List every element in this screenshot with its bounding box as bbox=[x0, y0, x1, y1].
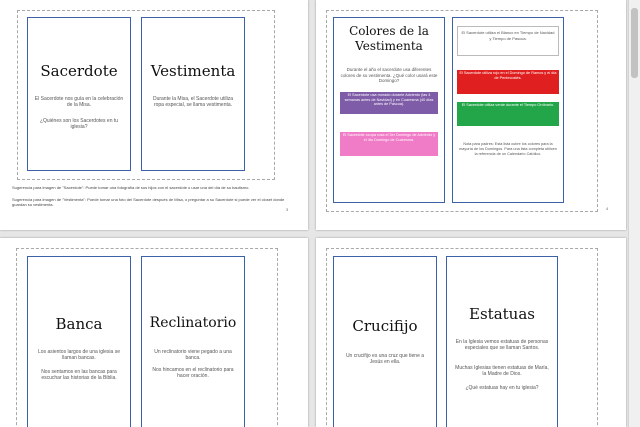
card-text: Nos hincamos en el reclinatorio para hac… bbox=[152, 367, 234, 379]
card-title: Banca bbox=[55, 315, 103, 333]
card-text: ¿Qué estatuas hay en tu iglesia? bbox=[465, 385, 539, 391]
card-crucifijo: Crucifijo Un crucifijo es una cruz que t… bbox=[333, 256, 437, 427]
card-title: Crucifijo bbox=[352, 317, 418, 335]
parent-note: Nota para padres: Esta lista cubre los c… bbox=[459, 142, 557, 156]
card-title: Estatuas bbox=[469, 305, 535, 323]
pink-color-box: El Sacerdote ocupa rosa el 3er Domingo d… bbox=[340, 132, 438, 156]
card-title: Sacerdote bbox=[40, 62, 118, 80]
card-text: En la Iglesia vemos estatuas de personas… bbox=[455, 339, 549, 351]
card-text: Durante el año el sacerdote usa diferent… bbox=[340, 67, 438, 83]
card-sacerdote: Sacerdote El Sacerdote nos guía en la ce… bbox=[27, 17, 131, 171]
card-text: El Sacerdote nos guía en la celebración … bbox=[34, 96, 124, 108]
vertical-scrollbar[interactable] bbox=[628, 0, 640, 427]
page-number: 4 bbox=[606, 206, 609, 211]
card-title: Vestimenta bbox=[150, 62, 236, 80]
card-estatuas: Estatuas En la Iglesia vemos estatuas de… bbox=[446, 256, 558, 427]
green-color-box: El Sacerdote utiliza verde durante el Ti… bbox=[457, 102, 559, 126]
card-text: Un reclinatorio viene pegado a una banca… bbox=[154, 349, 232, 361]
card-text: ¿Quiénes son los Sacerdotes en tu iglesi… bbox=[39, 118, 119, 130]
document-page-3: Banca Los asientos largos de una iglesia… bbox=[0, 238, 308, 427]
card-vestimenta: Vestimenta Durante la Misa, el Sacerdote… bbox=[141, 17, 245, 171]
document-page-1: Sacerdote El Sacerdote nos guía en la ce… bbox=[0, 0, 308, 230]
card-colores-2: El Sacerdote utiliza el Blanco en Tiempo… bbox=[452, 17, 564, 203]
page-number: 3 bbox=[286, 207, 289, 212]
card-text: Muchas Iglesias tienen estatuas de María… bbox=[455, 365, 549, 377]
card-banca: Banca Los asientos largos de una iglesia… bbox=[27, 256, 131, 427]
card-title: Colores de la Vestimenta bbox=[349, 24, 429, 53]
card-text: Un crucifijo es una cruz que tiene a Jes… bbox=[345, 353, 425, 365]
white-color-box: El Sacerdote utiliza el Blanco en Tiempo… bbox=[457, 26, 559, 56]
card-text: Los asientos largos de una iglesia se ll… bbox=[38, 349, 120, 361]
scrollbar-thumb[interactable] bbox=[631, 8, 638, 78]
suggestion-note: Sugerencia para imagen de "Vestimenta": … bbox=[12, 197, 285, 207]
card-colores: Colores de la Vestimenta Durante el año … bbox=[333, 17, 445, 203]
red-color-box: El Sacerdote utiliza rojo en el Domingo … bbox=[457, 70, 559, 94]
card-reclinatorio: Reclinatorio Un reclinatorio viene pegad… bbox=[141, 256, 245, 427]
document-page-4: Crucifijo Un crucifijo es una cruz que t… bbox=[316, 238, 626, 427]
suggestion-note: Sugerencia para imagen de "Sacerdote": P… bbox=[12, 185, 250, 190]
card-title: Reclinatorio bbox=[149, 315, 237, 331]
card-text: Durante la Misa, el Sacerdote utiliza ro… bbox=[152, 96, 234, 108]
card-text: Nos sentamos en las bancas para escuchar… bbox=[41, 369, 117, 381]
purple-color-box: El Sacerdote usa morado durante Adviento… bbox=[340, 92, 438, 114]
document-page-2: Colores de la Vestimenta Durante el año … bbox=[316, 0, 626, 230]
